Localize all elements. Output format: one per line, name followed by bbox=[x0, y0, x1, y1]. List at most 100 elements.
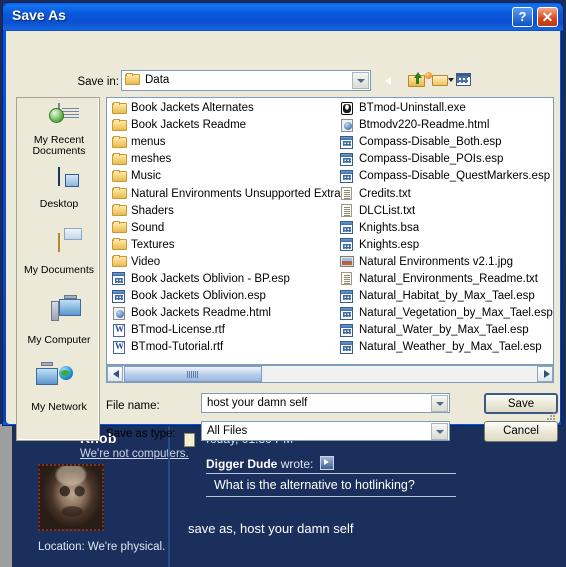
cancel-button[interactable]: Cancel bbox=[484, 421, 558, 442]
resize-grip[interactable] bbox=[546, 411, 556, 421]
file-list-column-1: Book Jackets Alternates Book Jackets Read… bbox=[110, 100, 346, 356]
horizontal-scrollbar[interactable] bbox=[106, 365, 554, 383]
file-name: Shaders bbox=[131, 204, 174, 217]
file-list-item[interactable]: BTmod-Tutorial.rtf bbox=[110, 339, 340, 356]
esp-file-icon bbox=[112, 289, 127, 304]
scrollbar-thumb[interactable] bbox=[124, 366, 262, 382]
file-list-item[interactable]: Natural_Habitat_by_Max_Tael.esp bbox=[338, 288, 553, 305]
desktop-icon bbox=[42, 167, 76, 198]
file-name-input[interactable]: host your damn self bbox=[201, 393, 450, 413]
file-list-item[interactable]: Natural Environments Unsupported Extras bbox=[110, 185, 346, 202]
file-list-item[interactable]: Natural_Environments_Readme.txt bbox=[338, 271, 553, 288]
file-list-item[interactable]: Knights.bsa bbox=[338, 220, 553, 237]
scroll-left-button[interactable] bbox=[107, 366, 123, 382]
back-button[interactable] bbox=[382, 72, 401, 90]
file-name: Natural_Water_by_Max_Tael.esp bbox=[359, 324, 529, 337]
file-list-item[interactable]: Book Jackets Oblivion - BP.esp bbox=[110, 271, 340, 288]
quote-wrote-label: wrote: bbox=[280, 457, 314, 471]
file-name: Btmodv220-Readme.html bbox=[359, 119, 490, 132]
file-name: meshes bbox=[131, 153, 172, 166]
place-my-documents[interactable]: My Documents bbox=[17, 233, 101, 276]
chevron-right-icon bbox=[544, 370, 550, 378]
file-list-item[interactable]: Music bbox=[110, 168, 340, 185]
place-label: My Computer bbox=[27, 334, 91, 346]
esp-file-icon bbox=[340, 135, 355, 150]
file-list-item[interactable]: Btmodv220-Readme.html bbox=[338, 117, 553, 134]
file-name: DLCList.txt bbox=[359, 204, 416, 217]
question-mark-icon: ? bbox=[518, 9, 527, 24]
file-list-item[interactable]: Knights.esp bbox=[338, 237, 553, 254]
file-list-item[interactable]: Compass-Disable_POIs.esp bbox=[338, 151, 553, 168]
file-list-item[interactable]: Book Jackets Oblivion.esp bbox=[110, 288, 340, 305]
folder-icon bbox=[125, 73, 140, 86]
esp-file-icon bbox=[340, 306, 355, 321]
folder-icon bbox=[112, 135, 127, 150]
file-list-item[interactable]: Book Jackets Readme bbox=[110, 117, 340, 134]
file-list-item[interactable]: Shaders bbox=[110, 203, 340, 220]
file-list-item[interactable]: Book Jackets Readme.html bbox=[110, 305, 340, 322]
chevron-down-icon[interactable] bbox=[431, 423, 448, 440]
file-list-item[interactable]: BTmod-Uninstall.exe bbox=[338, 100, 553, 117]
quote-block: Digger Dude wrote: What is the alternati… bbox=[206, 456, 456, 497]
esp-file-icon bbox=[340, 289, 355, 304]
file-list-item[interactable]: DLCList.txt bbox=[338, 203, 553, 220]
place-desktop[interactable]: Desktop bbox=[17, 167, 101, 210]
place-my-recent-documents[interactable]: My Recent Documents bbox=[17, 103, 101, 157]
file-name: BTmod-License.rtf bbox=[131, 324, 225, 337]
file-list-item[interactable]: Natural Environments v2.1.jpg bbox=[338, 254, 553, 271]
file-list-item[interactable]: meshes bbox=[110, 151, 340, 168]
recent-documents-icon bbox=[42, 103, 76, 134]
file-list-item[interactable]: Book Jackets Alternates bbox=[110, 100, 340, 117]
file-name: Textures bbox=[131, 238, 175, 251]
quote-jump-arrow-icon[interactable] bbox=[319, 456, 334, 470]
views-button[interactable] bbox=[448, 72, 483, 90]
folder-icon bbox=[112, 221, 127, 235]
file-name: BTmod-Tutorial.rtf bbox=[131, 341, 224, 354]
chevron-down-icon[interactable] bbox=[352, 72, 369, 89]
scroll-right-button[interactable] bbox=[537, 366, 553, 382]
file-name: Natural Environments v2.1.jpg bbox=[359, 255, 514, 268]
html-file-icon bbox=[340, 118, 355, 133]
file-name: Natural Environments Unsupported Extras bbox=[131, 187, 347, 200]
forum-left-gutter bbox=[0, 424, 12, 567]
file-name: Book Jackets Oblivion - BP.esp bbox=[131, 272, 290, 285]
place-my-network[interactable]: My Network bbox=[17, 362, 101, 413]
file-list[interactable]: Book Jackets Alternates Book Jackets Read… bbox=[106, 97, 554, 365]
file-list-item[interactable]: Natural_Vegetation_by_Max_Tael.esp bbox=[338, 305, 553, 322]
dialog-titlebar[interactable]: Save As ? ✕ bbox=[3, 3, 563, 31]
file-name: Book Jackets Alternates bbox=[131, 102, 254, 115]
file-list-item[interactable]: Compass-Disable_Both.esp bbox=[338, 134, 553, 151]
file-list-item[interactable]: Credits.txt bbox=[338, 185, 553, 202]
file-name: Compass-Disable_POIs.esp bbox=[359, 153, 504, 166]
folder-icon bbox=[112, 118, 127, 133]
dialog-title: Save As bbox=[12, 7, 66, 23]
esp-file-icon bbox=[340, 238, 355, 252]
place-label: My Documents bbox=[23, 264, 95, 276]
save-as-type-select[interactable]: All Files bbox=[201, 421, 450, 441]
close-button[interactable]: ✕ bbox=[537, 7, 558, 27]
file-list-item[interactable]: menus bbox=[110, 134, 340, 151]
folder-icon bbox=[112, 101, 127, 116]
chevron-down-icon[interactable] bbox=[431, 395, 448, 412]
file-list-item[interactable]: Sound bbox=[110, 220, 340, 237]
folder-icon bbox=[112, 169, 127, 184]
quote-header: Digger Dude wrote: bbox=[206, 456, 456, 474]
esp-file-icon bbox=[340, 340, 355, 355]
file-name: Natural_Weather_by_Max_Tael.esp bbox=[359, 341, 542, 354]
poster-location: Location: We're physical. bbox=[38, 541, 166, 553]
my-network-icon bbox=[36, 362, 76, 396]
file-list-item[interactable]: Natural_Water_by_Max_Tael.esp bbox=[338, 322, 553, 339]
file-list-item[interactable]: BTmod-License.rtf bbox=[110, 322, 340, 339]
esp-file-icon bbox=[340, 323, 355, 338]
file-list-item[interactable]: Compass-Disable_QuestMarkers.esp bbox=[338, 168, 553, 185]
file-list-item[interactable]: Textures bbox=[110, 237, 340, 254]
text-file-icon bbox=[340, 272, 355, 286]
place-my-computer[interactable]: My Computer bbox=[17, 295, 101, 346]
html-file-icon bbox=[112, 306, 127, 321]
forum-column-divider bbox=[168, 424, 170, 567]
file-list-item[interactable]: Natural_Weather_by_Max_Tael.esp bbox=[338, 339, 553, 356]
help-button[interactable]: ? bbox=[512, 7, 533, 27]
file-name-label: File name: bbox=[106, 400, 160, 412]
save-in-combobox[interactable]: Data bbox=[121, 70, 371, 91]
file-list-item[interactable]: Video bbox=[110, 254, 340, 271]
